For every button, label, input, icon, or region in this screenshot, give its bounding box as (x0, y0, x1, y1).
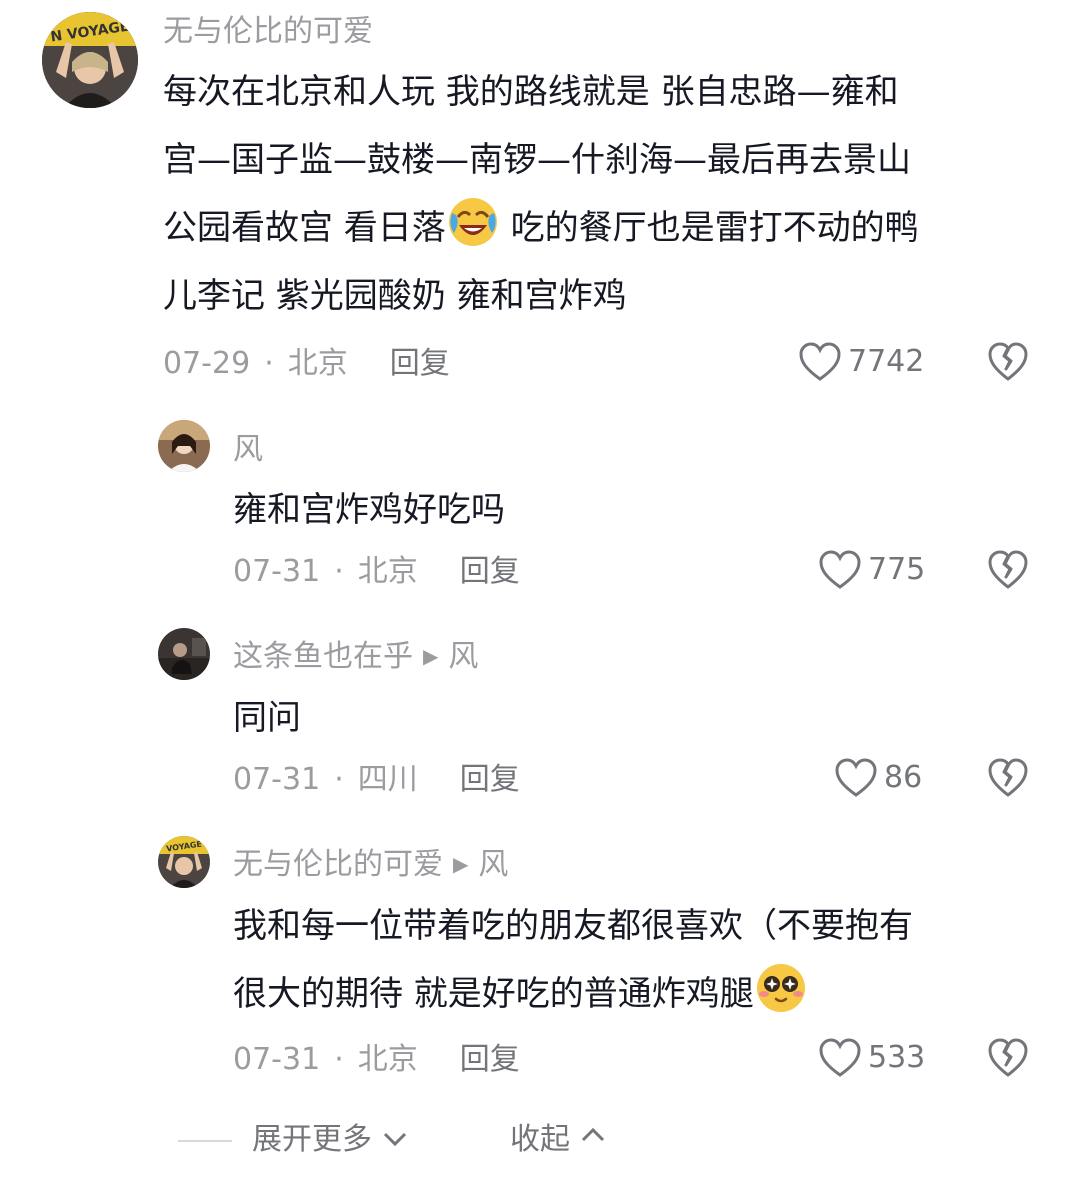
comment-line: 宫—国子监—鼓楼—南锣—什刹海—最后再去景山 (163, 140, 911, 180)
reply-arrow-icon: ▶ (423, 644, 439, 668)
avatar[interactable] (158, 420, 210, 472)
avatar[interactable]: VOYAGE (158, 836, 210, 888)
reply-arrow-icon: ▶ (453, 852, 469, 876)
starry-eyes-emoji-icon (756, 964, 805, 1012)
like-count: 533 (868, 1040, 926, 1075)
comment-location: 四川 (357, 762, 418, 797)
like-button[interactable]: 775 (818, 550, 925, 590)
like-count: 86 (884, 760, 923, 795)
separator-dot: · (334, 554, 344, 589)
collapse-label: 收起 (510, 1122, 570, 1157)
dislike-button[interactable] (987, 1038, 1029, 1082)
comment-meta: 07-29 · 北京 回复 (163, 344, 450, 384)
comment-username[interactable]: 这条鱼也在乎 ▶ 风 (233, 636, 478, 677)
like-count: 775 (868, 552, 926, 587)
comment-line: 公园看故宫 看日落 吃的餐厅也是雷打不动的鸭 (163, 194, 1043, 262)
comment-line-part: 很大的期待 就是好吃的普通炸鸡腿 (233, 974, 754, 1014)
heart-outline-icon (799, 342, 841, 381)
heart-outline-icon (819, 1038, 861, 1077)
like-button[interactable]: 533 (818, 1038, 925, 1078)
username-text[interactable]: 无与伦比的可爱 (233, 847, 443, 882)
separator-dot: · (334, 762, 344, 797)
username-text[interactable]: 风 (233, 432, 263, 467)
comment-text: 每次在北京和人玩 我的路线就是 张自忠路—雍和 宫—国子监—鼓楼—南锣—什刹海—… (163, 58, 1043, 330)
expand-more-label: 展开更多 (252, 1122, 372, 1157)
comment-meta: 07-31 · 北京 回复 (233, 1040, 520, 1080)
comment-line: 每次在北京和人玩 我的路线就是 张自忠路—雍和 (163, 72, 899, 112)
expand-more-button[interactable]: 展开更多 (252, 1118, 408, 1162)
comment-meta: 07-31 · 四川 回复 (233, 760, 520, 800)
comment-username[interactable]: 无与伦比的可爱 ▶ 风 (233, 844, 508, 885)
dislike-button[interactable] (987, 342, 1029, 386)
avatar[interactable]: N VOYAGE (42, 12, 138, 108)
comment-location: 北京 (357, 554, 418, 589)
comment-text: 雍和宫炸鸡好吃吗 (233, 490, 505, 530)
comment-line: 我和每一位带着吃的朋友都很喜欢（不要抱有 (233, 906, 913, 946)
reply-button[interactable]: 回复 (460, 1042, 520, 1077)
broken-heart-icon (988, 758, 1028, 797)
comment-text: 我和每一位带着吃的朋友都很喜欢（不要抱有 很大的期待 就是好吃的普通炸鸡腿 (233, 892, 1033, 1028)
like-count: 7742 (848, 344, 925, 379)
laughing-crying-emoji-icon (448, 198, 497, 246)
dislike-button[interactable] (987, 550, 1029, 594)
separator-dot: · (334, 1042, 344, 1077)
replies-footer: 展开更多 收起 (0, 1118, 1080, 1162)
comment-date: 07-31 (233, 762, 321, 797)
comment-date: 07-29 (163, 346, 251, 381)
collapse-button[interactable]: 收起 (510, 1118, 606, 1162)
broken-heart-icon (988, 550, 1028, 589)
reply-item: VOYAGE 无与伦比的可爱 ▶ 风 我和每一位带着吃的朋友都很喜欢（不要抱有 很大… (0, 828, 1080, 1098)
comment-item: N VOYAGE 无与伦比的可爱 每次在北京和人玩 我的路线就是 张自忠路—雍和… (0, 0, 1080, 400)
comment-username[interactable]: 风 (233, 430, 263, 470)
reply-to-username[interactable]: 风 (448, 639, 478, 674)
reply-button[interactable]: 回复 (390, 346, 450, 381)
separator-dot: · (264, 346, 274, 381)
comment-line-part: 吃的餐厅也是雷打不动的鸭 (499, 208, 919, 248)
reply-item: 这条鱼也在乎 ▶ 风 同问 07-31 · 四川 回复 86 (0, 620, 1080, 820)
username-text[interactable]: 无与伦比的可爱 (163, 14, 373, 49)
dislike-button[interactable] (987, 758, 1029, 802)
reply-to-username[interactable]: 风 (478, 847, 508, 882)
divider-line (178, 1140, 232, 1142)
comment-username[interactable]: 无与伦比的可爱 (163, 12, 373, 52)
like-button[interactable]: 7742 (798, 342, 924, 382)
reply-item: 风 雍和宫炸鸡好吃吗 07-31 · 北京 回复 775 (0, 410, 1080, 610)
heart-outline-icon (835, 758, 877, 797)
like-button[interactable]: 86 (834, 758, 922, 798)
comment-location: 北京 (287, 346, 348, 381)
chevron-down-icon (383, 1132, 406, 1147)
comment-meta: 07-31 · 北京 回复 (233, 552, 520, 592)
broken-heart-icon (988, 342, 1028, 381)
comment-date: 07-31 (233, 554, 321, 589)
comment-line-part: 公园看故宫 看日落 (163, 208, 446, 248)
avatar[interactable] (158, 628, 210, 680)
comment-location: 北京 (357, 1042, 418, 1077)
heart-outline-icon (819, 550, 861, 589)
comment-text: 同问 (233, 698, 301, 738)
chevron-up-icon (581, 1127, 604, 1142)
reply-button[interactable]: 回复 (460, 762, 520, 797)
comment-line: 很大的期待 就是好吃的普通炸鸡腿 (233, 960, 1033, 1028)
broken-heart-icon (988, 1038, 1028, 1077)
comment-line: 儿李记 紫光园酸奶 雍和宫炸鸡 (163, 276, 627, 316)
reply-button[interactable]: 回复 (460, 554, 520, 589)
username-text[interactable]: 这条鱼也在乎 (233, 639, 413, 674)
comment-date: 07-31 (233, 1042, 321, 1077)
